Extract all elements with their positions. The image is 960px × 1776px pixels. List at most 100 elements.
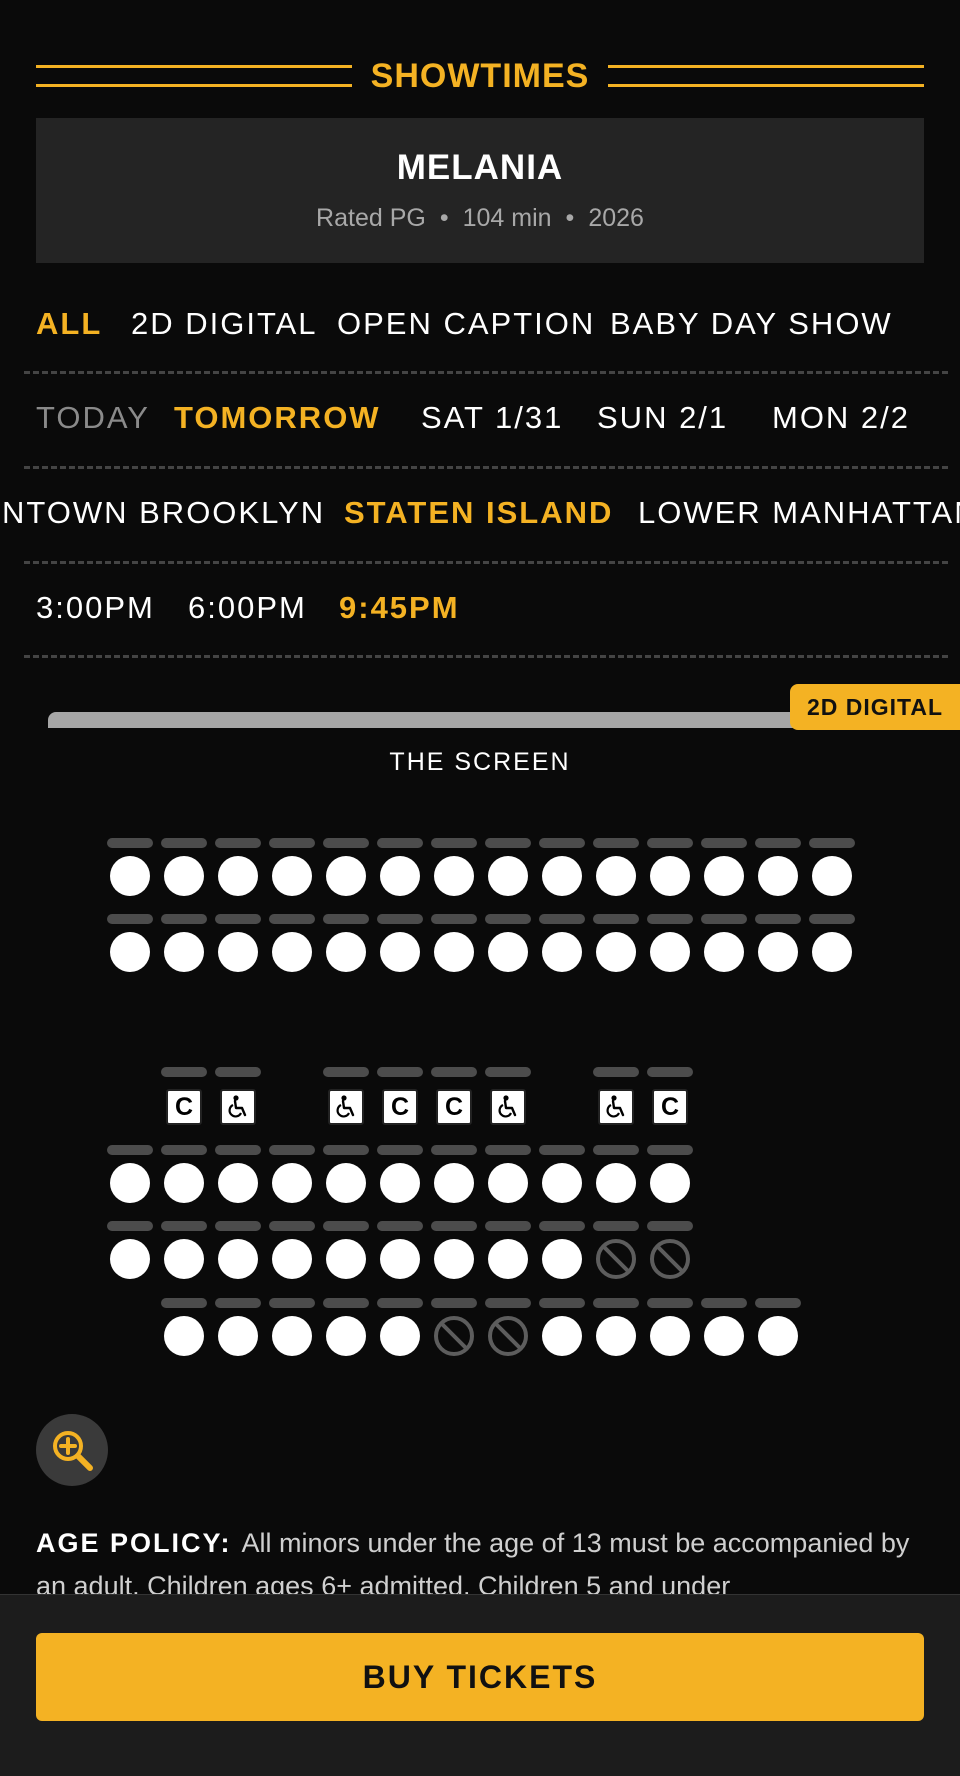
seat-available[interactable] <box>161 1145 207 1217</box>
seat-available-marker <box>596 1316 636 1356</box>
seat-available[interactable] <box>161 1221 207 1293</box>
seat-available[interactable] <box>215 838 261 910</box>
format-option-open-caption[interactable]: OPEN CAPTION <box>337 279 595 369</box>
seat-available[interactable] <box>647 914 693 986</box>
seat-available[interactable] <box>377 1221 423 1293</box>
seat-available[interactable] <box>215 1298 261 1370</box>
seat-available[interactable] <box>377 1145 423 1217</box>
seat-available[interactable] <box>215 1221 261 1293</box>
seat-available[interactable] <box>755 914 801 986</box>
seat-available[interactable] <box>161 1298 207 1370</box>
seat-available[interactable] <box>107 838 153 910</box>
date-option-tomorrow[interactable]: TOMORROW <box>174 373 381 463</box>
seat-available[interactable] <box>809 914 855 986</box>
seat-available[interactable] <box>485 838 531 910</box>
seat-available[interactable] <box>485 1221 531 1293</box>
seat-back <box>161 838 207 848</box>
seat-available[interactable] <box>323 838 369 910</box>
seat-available[interactable] <box>107 1221 153 1293</box>
seat-back <box>269 914 315 924</box>
seat-available[interactable] <box>161 914 207 986</box>
seat-available[interactable] <box>269 1298 315 1370</box>
seat-available[interactable] <box>755 1298 801 1370</box>
seat-available[interactable] <box>269 914 315 986</box>
seat-available[interactable] <box>701 1298 747 1370</box>
seat-back <box>215 1067 261 1077</box>
seat-available[interactable] <box>431 1221 477 1293</box>
seat-available[interactable] <box>647 1298 693 1370</box>
seat-available[interactable] <box>377 838 423 910</box>
seat-available[interactable] <box>539 914 585 986</box>
seat-available[interactable] <box>323 1298 369 1370</box>
seat-back <box>647 914 693 924</box>
location-option-staten-island[interactable]: STATEN ISLAND <box>344 468 613 558</box>
seat-available[interactable] <box>809 838 855 910</box>
seat-back <box>485 1067 531 1077</box>
date-option-sat[interactable]: SAT 1/31 <box>421 373 563 463</box>
buy-tickets-button[interactable]: BUY TICKETS <box>36 1633 924 1721</box>
seat-available[interactable] <box>269 1145 315 1217</box>
seat-available-marker <box>758 856 798 896</box>
seat-available[interactable] <box>431 914 477 986</box>
seat-available[interactable] <box>269 838 315 910</box>
seat-available[interactable] <box>431 838 477 910</box>
seat-available-marker <box>542 1316 582 1356</box>
location-option-brooklyn[interactable]: NTOWN BROOKLYN <box>2 468 325 558</box>
seat-available[interactable] <box>323 914 369 986</box>
wheelchair-icon <box>328 1089 364 1125</box>
showtimes-header: SHOWTIMES <box>36 56 924 96</box>
seat-wheelchair[interactable] <box>593 1067 639 1139</box>
seat-available[interactable] <box>647 838 693 910</box>
seat-companion[interactable]: C <box>647 1067 693 1139</box>
seat-companion[interactable]: C <box>161 1067 207 1139</box>
seat-available[interactable] <box>377 914 423 986</box>
seat-available[interactable] <box>377 1298 423 1370</box>
format-option-all[interactable]: ALL <box>36 279 102 369</box>
time-option-3pm[interactable]: 3:00PM <box>36 563 155 653</box>
seat-available[interactable] <box>161 838 207 910</box>
seat-available-marker <box>704 1316 744 1356</box>
seat-available[interactable] <box>215 914 261 986</box>
seat-available[interactable] <box>593 838 639 910</box>
format-option-2d-digital[interactable]: 2D DIGITAL <box>131 279 318 369</box>
seat-available[interactable] <box>485 1145 531 1217</box>
seat-wheelchair[interactable] <box>215 1067 261 1139</box>
date-option-mon[interactable]: MON 2/2 <box>772 373 910 463</box>
seat-available[interactable] <box>701 838 747 910</box>
seat-available[interactable] <box>539 1298 585 1370</box>
zoom-in-button[interactable] <box>36 1414 108 1486</box>
seat-companion[interactable]: C <box>431 1067 477 1139</box>
seat-wheelchair[interactable] <box>485 1067 531 1139</box>
seat-available[interactable] <box>431 1145 477 1217</box>
location-option-lower-manhattan[interactable]: LOWER MANHATTAN <box>638 468 960 558</box>
seat-available[interactable] <box>701 914 747 986</box>
seat-available[interactable] <box>539 838 585 910</box>
seat-companion[interactable]: C <box>377 1067 423 1139</box>
time-option-6pm[interactable]: 6:00PM <box>188 563 307 653</box>
seat-available[interactable] <box>323 1221 369 1293</box>
seat-available[interactable] <box>593 914 639 986</box>
seat-back <box>323 1145 369 1155</box>
seat-available[interactable] <box>539 1221 585 1293</box>
seat-available[interactable] <box>323 1145 369 1217</box>
seat-wheelchair[interactable] <box>323 1067 369 1139</box>
seat-available[interactable] <box>755 838 801 910</box>
seat-available[interactable] <box>539 1145 585 1217</box>
seat-available[interactable] <box>107 1145 153 1217</box>
seat-available[interactable] <box>647 1145 693 1217</box>
time-option-945pm[interactable]: 9:45PM <box>339 563 460 653</box>
seat-back <box>701 1298 747 1308</box>
seat-available[interactable] <box>215 1145 261 1217</box>
seat-available[interactable] <box>269 1221 315 1293</box>
date-option-sun[interactable]: SUN 2/1 <box>597 373 728 463</box>
format-option-baby-day-show[interactable]: BABY DAY SHOW <box>610 279 893 369</box>
seat-available[interactable] <box>107 914 153 986</box>
seat-available[interactable] <box>593 1298 639 1370</box>
movie-year: 2026 <box>588 204 644 232</box>
screen-label: THE SCREEN <box>389 748 571 776</box>
seat-available[interactable] <box>485 914 531 986</box>
seat-back <box>323 1298 369 1308</box>
seat-back <box>161 914 207 924</box>
seat-available[interactable] <box>593 1145 639 1217</box>
date-option-today[interactable]: TODAY <box>36 373 150 463</box>
